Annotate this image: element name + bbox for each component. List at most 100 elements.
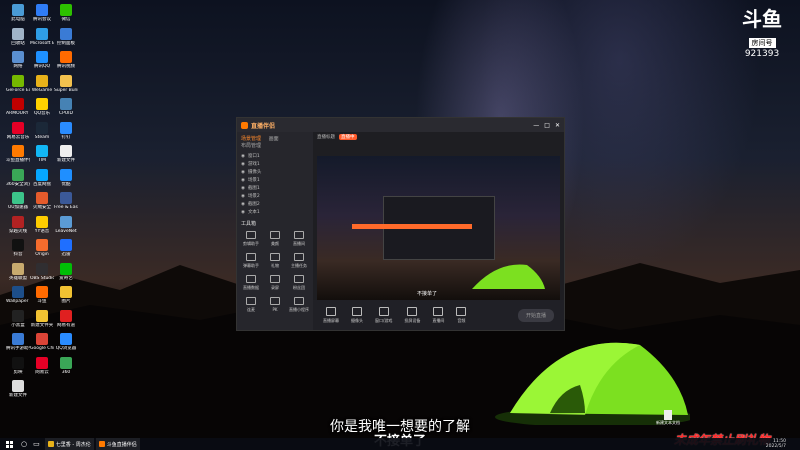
app-titlebar[interactable]: 直播伴侣 — □ ✕ [237,118,564,132]
desktop-icon[interactable]: 腾讯会议 [30,4,54,22]
desktop-icon[interactable]: 剪映 [6,356,30,375]
desktop-icon[interactable]: Free & Easy [54,192,78,210]
scene-item[interactable]: ◉ 场景1 [237,176,313,184]
desktop-icon[interactable]: 腾讯视频 [54,51,78,69]
eye-icon[interactable]: ◉ [241,202,245,207]
desktop-icon[interactable]: 斗鱼直播伴侣 [6,145,30,163]
desktop-icon[interactable]: Google Chrome [30,333,54,351]
toolbox-item[interactable]: 直播间 [288,231,310,247]
desktop-icon[interactable]: 钉钉 [54,121,78,140]
desktop-icon[interactable]: 迅雷 [54,239,78,257]
desktop-icon[interactable]: YY语音 [30,215,54,234]
eye-icon[interactable]: ◉ [241,194,245,199]
desktop-icon[interactable]: 网易云 [30,356,54,375]
desktop-icon[interactable]: 火绒安全 [30,192,54,210]
minimize-icon[interactable]: — [533,122,539,129]
desktop-icon[interactable]: 网易云音乐 [6,121,30,140]
desktop-icon[interactable]: 图片 [54,286,78,304]
desktop-icon[interactable]: 网络 [6,51,30,69]
toolbox-item[interactable]: 录屏 [264,275,286,291]
start-live-button[interactable]: 开始直播 [517,308,554,322]
desktop-icon[interactable]: 控制面板 [54,27,78,46]
desktop-icon[interactable]: Wallpaper Engine [6,286,30,304]
scene-item[interactable]: ◉ 截图2 [237,200,313,208]
taskbar-app[interactable]: 斗鱼直播伴侣 [95,438,140,450]
eye-icon[interactable]: ◉ [241,170,245,175]
scene-item[interactable]: ◉ 场景2 [237,192,313,200]
desktop-icon[interactable]: 新建文件 [6,380,30,398]
eye-icon[interactable]: ◉ [241,178,245,183]
desktop-icon[interactable]: 回收站 [6,27,30,46]
toolbox-item[interactable]: 礼物 [264,253,286,269]
desktop-icon[interactable]: 抖音 [6,239,30,257]
desktop-icon[interactable]: Microsoft Edge [30,27,54,46]
toolbox-item[interactable]: 连麦 [240,297,262,313]
desktop-icon[interactable]: 新建文件夹 [30,309,54,328]
screen-capture-button[interactable]: 直播屏幕 [323,306,339,324]
desktop-icon[interactable]: 微信 [54,4,78,22]
cast-button[interactable]: 投屏设备 [404,306,420,324]
toolbox-item[interactable]: 粉丝团 [288,275,310,291]
desktop-icon[interactable]: OBS Studio [30,262,54,281]
desktop-icon[interactable]: 爱奇艺 [54,262,78,281]
desktop-icon[interactable]: 网易有道 [54,309,78,328]
tab-layout[interactable]: 布局管理 [241,142,261,149]
window-game-button[interactable]: 窗口/游戏 [375,306,392,324]
desktop-icon[interactable]: 穿越火线 [6,215,30,234]
desktop-icon[interactable]: 优酷 [54,168,78,187]
desktop-icon[interactable]: 新建文件 [54,145,78,163]
system-clock[interactable]: 11:50 2022/5/7 [766,439,800,449]
taskbar-app[interactable]: 七里香 - 周杰伦 [44,438,94,450]
desktop-icon[interactable]: UU加速器 [6,192,30,210]
camera-button[interactable]: 摄像头 [351,306,363,324]
eye-icon[interactable]: ◉ [241,154,245,159]
toolbox-item[interactable]: PK [264,297,286,312]
desktop-icon[interactable]: WeGame [30,74,54,93]
desktop-icon[interactable]: Origin [30,239,54,257]
desktop-icon[interactable]: LeaveNet [54,215,78,234]
desktop-icon[interactable]: 360安全浏览器 [6,168,30,187]
eye-icon[interactable]: ◉ [241,162,245,167]
scene-item[interactable]: ◉ 窗口1 [237,152,313,160]
audio-button[interactable]: 音频 [456,306,467,324]
desktop-icon[interactable]: QQ浏览器 [54,333,78,351]
tab-scenes[interactable]: 场景管理 [241,135,261,142]
app-icon [36,145,48,157]
tab-picture[interactable]: 画面 [269,135,279,142]
search-icon[interactable]: ○ [18,438,30,450]
desktop-icon[interactable]: GeForce Experience [6,74,30,93]
eye-icon[interactable]: ◉ [241,210,245,215]
scene-item[interactable]: ◉ 游戏1 [237,160,313,168]
toolbox-item[interactable]: 剪辑助手 [240,231,262,247]
room-button[interactable]: 直播间 [432,306,444,324]
desktop-icon[interactable]: ARMOURY CRATE [6,98,30,116]
task-view-icon[interactable]: ▭ [30,438,43,450]
toolbox-item[interactable]: 弹幕助手 [240,253,262,269]
desktop-icon[interactable]: Super Bunny Man [54,74,78,93]
scene-item[interactable]: ◉ 摄像头 [237,168,313,176]
room-title[interactable]: 直播标题 [317,134,335,140]
desktop-icon[interactable]: QQ音乐 [30,98,54,116]
desktop-icon[interactable]: 360 [54,356,78,375]
scene-item[interactable]: ◉ 文本1 [237,208,313,216]
stream-preview[interactable]: 不接单了 [317,156,560,306]
desktop-icon[interactable]: TIM [30,145,54,163]
desktop-icon[interactable]: 腾讯QQ [30,51,54,69]
desktop-icon[interactable]: 腾讯手游助手 [6,333,30,351]
close-icon[interactable]: ✕ [555,122,560,129]
desktop-icon[interactable]: 百度网盘 [30,168,54,187]
desktop-icon[interactable]: 斗鱼 [30,286,54,304]
desktop-icon[interactable]: 英雄联盟 [6,262,30,281]
desktop-icon[interactable]: CPUID [54,98,78,116]
desktop-icon[interactable]: 此电脑 [6,4,30,22]
toolbox-item[interactable]: 美颜 [264,231,286,247]
eye-icon[interactable]: ◉ [241,186,245,191]
toolbox-item[interactable]: 直播小程序 [288,297,310,313]
maximize-icon[interactable]: □ [544,122,550,129]
desktop-icon[interactable]: Steam [30,121,54,140]
toolbox-item[interactable]: 主播任务 [288,253,310,269]
scene-item[interactable]: ◉ 截图1 [237,184,313,192]
start-button[interactable] [0,438,18,450]
toolbox-item[interactable]: 直播数据 [240,275,262,291]
desktop-icon[interactable]: 小黑盒 [6,309,30,328]
